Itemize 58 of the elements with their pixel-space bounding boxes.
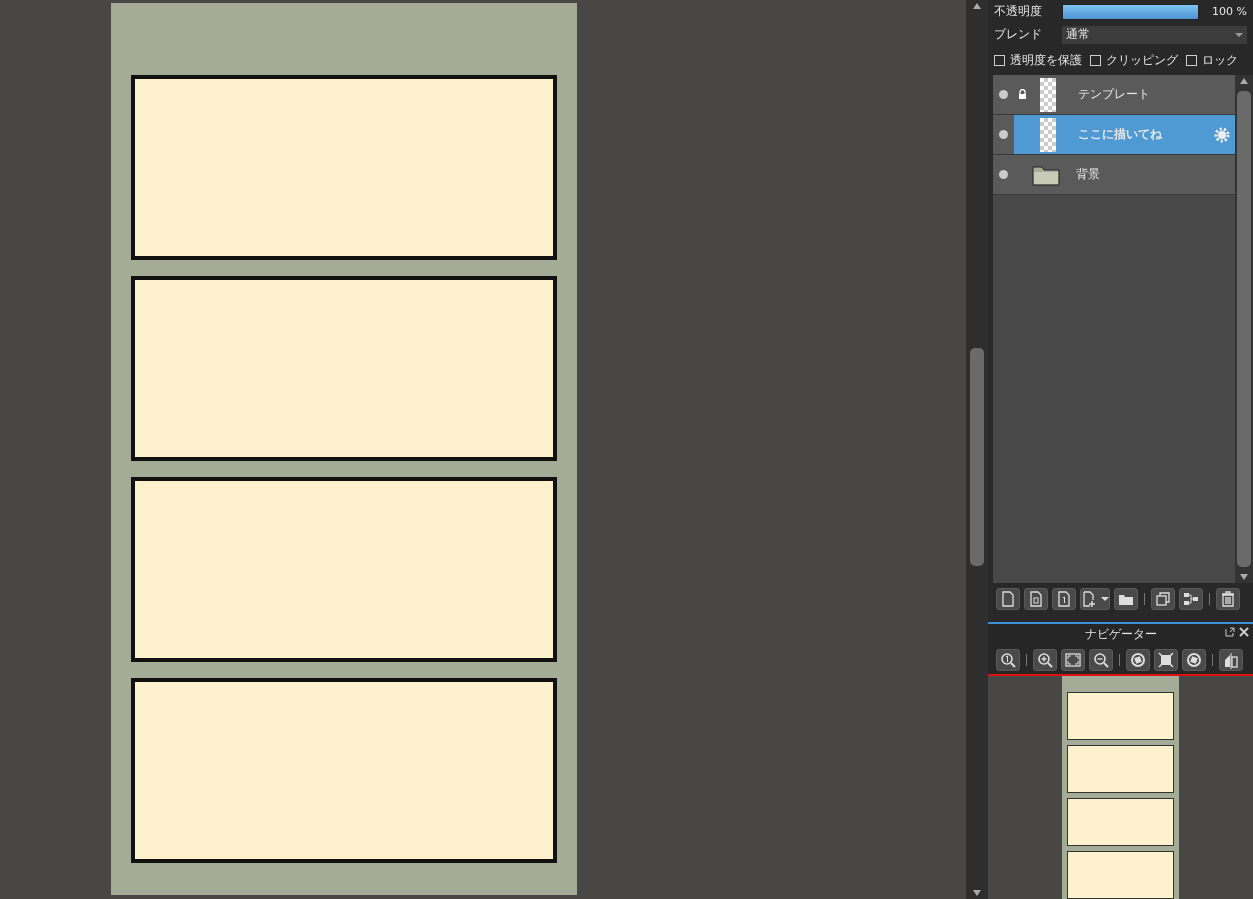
duplicate-button[interactable] [1151,588,1175,611]
layer-button[interactable] [1052,588,1076,611]
rotate-right-icon [1185,651,1203,669]
layer-thumbnail [1040,117,1056,152]
rotate-right-button[interactable] [1182,649,1206,671]
layer-row[interactable]: 背景 [993,155,1235,196]
visibility-icon[interactable] [999,90,1008,100]
pop-out-icon[interactable] [1225,627,1235,637]
fit-icon [1064,651,1082,669]
blend-label: ブレンド [994,26,1043,44]
vertical-scrollbar[interactable] [966,0,988,899]
page-one-icon [1055,590,1073,609]
gear-icon[interactable] [1213,125,1231,144]
opacity-value: 100 % [1211,5,1247,19]
folder-button[interactable] [1114,588,1138,611]
page-icon [999,590,1017,609]
blend-dropdown[interactable]: 通常 [1062,25,1247,44]
navigator-title: ナビゲーター [1084,625,1157,643]
close-icon[interactable] [1239,627,1249,637]
flip-button[interactable] [1219,649,1243,671]
checkbox-label: クリッピング [1106,52,1178,70]
zoom-one-icon [999,651,1017,669]
layer-row[interactable]: テンプレート [993,75,1235,116]
visibility-icon[interactable] [999,130,1008,140]
checkbox[interactable] [994,55,1005,67]
actual-size-button[interactable] [996,649,1020,671]
zoom-out-icon [1092,651,1110,669]
visibility-icon[interactable] [999,170,1008,180]
layer-name: ここに描いてね [1077,126,1163,144]
rotate-left-button[interactable] [1126,649,1150,671]
checkbox-label: ロック [1202,52,1238,70]
add-layer-button[interactable] [1080,588,1110,611]
checkbox[interactable] [1186,55,1197,67]
layer-button[interactable] [1024,588,1048,611]
layer-name: テンプレート [1077,86,1151,104]
folder-icon [1032,163,1060,186]
rotate-left-icon [1129,651,1147,669]
flip-icon [1222,651,1240,669]
layer-name: 背景 [1075,166,1101,184]
delete-button[interactable] [1216,588,1240,611]
opacity-slider[interactable] [1062,3,1199,20]
layer-scrollbar[interactable] [1235,75,1253,583]
page-badge-icon [1027,590,1045,609]
copy-icon [1154,590,1172,609]
zoom-out-button[interactable] [1089,649,1113,671]
zoom-in-button[interactable] [1033,649,1057,671]
new-layer-button[interactable] [996,588,1020,611]
zoom-in-icon [1036,651,1054,669]
navigator-preview[interactable] [1062,676,1179,899]
fit-screen-button[interactable] [1154,649,1178,671]
checkbox-label: 透明度を保護 [1010,52,1082,70]
trash-icon [1219,590,1237,609]
full-screen-icon [1157,651,1175,669]
layer-thumbnail [1040,77,1056,112]
opacity-label: 不透明度 [994,3,1043,21]
checkbox[interactable] [1090,55,1101,67]
merge-button[interactable] [1179,588,1203,611]
fit-button[interactable] [1061,649,1085,671]
